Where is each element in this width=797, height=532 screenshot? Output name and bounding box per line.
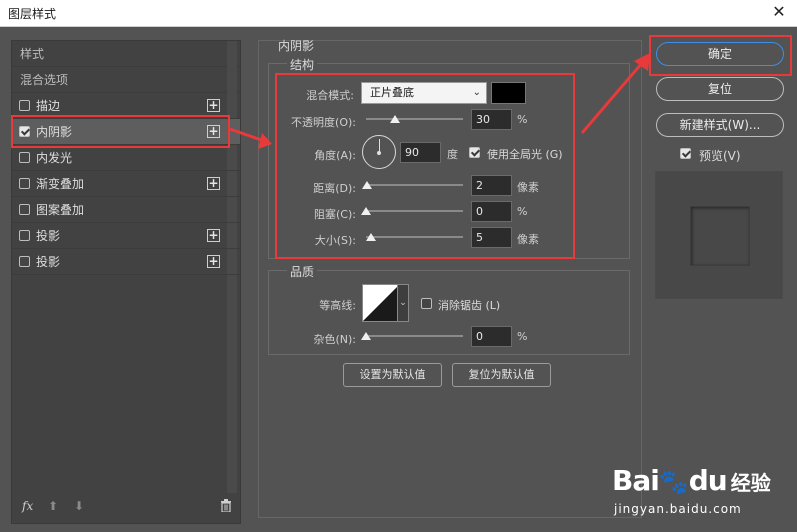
style-item-label: 投影 <box>36 255 61 269</box>
style-preview-swatch <box>690 206 750 266</box>
inner-shadow-title: 内阴影 <box>278 39 315 53</box>
style-item-label: 描边 <box>36 99 61 113</box>
arrow-right-icon <box>229 127 272 149</box>
fx-icon[interactable]: fx <box>22 499 33 513</box>
add-icon[interactable]: + <box>207 255 220 268</box>
paw-icon: 🐾 <box>658 468 689 496</box>
watermark-brand-cn: 经验 <box>730 471 771 495</box>
contour-preview[interactable] <box>362 284 398 322</box>
baidu-watermark: Bai🐾du 经验 jingyan.baidu.com <box>612 464 771 516</box>
style-item-inner-glow[interactable]: 内发光 <box>12 145 240 171</box>
noise-label: 杂色(N): <box>313 333 356 346</box>
drop-shadow-2-checkbox[interactable] <box>19 256 30 267</box>
antialias-checkbox[interactable] <box>421 298 432 309</box>
watermark-brand: Bai <box>612 464 660 497</box>
trash-icon[interactable] <box>220 499 232 515</box>
gradient-overlay-checkbox[interactable] <box>19 178 30 189</box>
style-item-drop-shadow[interactable]: 投影 + <box>12 223 240 249</box>
noise-slider-thumb[interactable] <box>361 332 371 340</box>
pattern-overlay-checkbox[interactable] <box>19 204 30 215</box>
new-style-button[interactable]: 新建样式(W)... <box>656 113 784 137</box>
style-item-gradient-overlay[interactable]: 渐变叠加 + <box>12 171 240 197</box>
add-icon[interactable]: + <box>207 229 220 242</box>
window-title: 图层样式 <box>8 7 57 21</box>
watermark-brand-suffix: du <box>688 464 728 497</box>
noise-input[interactable]: 0 <box>471 326 512 347</box>
style-item-drop-shadow-2[interactable]: 投影 + <box>12 249 240 275</box>
stroke-checkbox[interactable] <box>19 100 30 111</box>
style-list-footer: fx ⬆ ⬇ <box>12 495 240 523</box>
style-item-label: 内发光 <box>36 151 73 165</box>
style-list-panel: 样式 混合选项 描边 + 内阴影 + 内发光 渐变叠加 + 图案叠加 投影 + … <box>11 40 241 524</box>
highlight-structure-settings <box>275 73 575 259</box>
preview-label[interactable]: 预览(V) <box>699 147 741 164</box>
highlight-ok-button <box>649 35 792 76</box>
add-icon[interactable]: + <box>207 177 220 190</box>
style-item-label: 渐变叠加 <box>36 177 85 191</box>
noise-slider-track[interactable] <box>366 335 463 337</box>
title-bar: 图层样式 ✕ <box>0 0 797 27</box>
drop-shadow-checkbox[interactable] <box>19 230 30 241</box>
highlight-inner-shadow-item <box>11 115 230 148</box>
move-up-icon[interactable]: ⬆ <box>48 499 58 513</box>
structure-title: 结构 <box>287 56 318 73</box>
quality-title: 品质 <box>287 263 318 280</box>
add-icon[interactable]: + <box>207 99 220 112</box>
reset-default-button[interactable]: 复位为默认值 <box>452 363 551 387</box>
style-item-label: 图案叠加 <box>36 203 85 217</box>
reset-button[interactable]: 复位 <box>656 77 784 101</box>
arrow-up-right-icon <box>580 53 650 134</box>
move-down-icon[interactable]: ⬇ <box>74 499 84 513</box>
contour-curve <box>363 285 397 321</box>
style-item-label: 投影 <box>36 229 61 243</box>
inner-glow-checkbox[interactable] <box>19 152 30 163</box>
blend-options-header[interactable]: 混合选项 <box>12 67 240 93</box>
style-preview <box>655 171 783 299</box>
watermark-url: jingyan.baidu.com <box>614 502 742 516</box>
style-item-pattern-overlay[interactable]: 图案叠加 <box>12 197 240 223</box>
contour-label: 等高线: <box>319 299 356 312</box>
chevron-down-icon[interactable]: ⌄ <box>397 284 409 322</box>
antialias-label[interactable]: 消除锯齿 (L) <box>438 297 500 313</box>
styles-header[interactable]: 样式 <box>12 41 240 67</box>
noise-unit: % <box>517 330 528 343</box>
preview-checkbox[interactable] <box>680 148 691 159</box>
close-icon[interactable]: ✕ <box>769 2 789 21</box>
set-default-button[interactable]: 设置为默认值 <box>343 363 442 387</box>
layer-style-dialog: 样式 混合选项 描边 + 内阴影 + 内发光 渐变叠加 + 图案叠加 投影 + … <box>0 27 797 532</box>
